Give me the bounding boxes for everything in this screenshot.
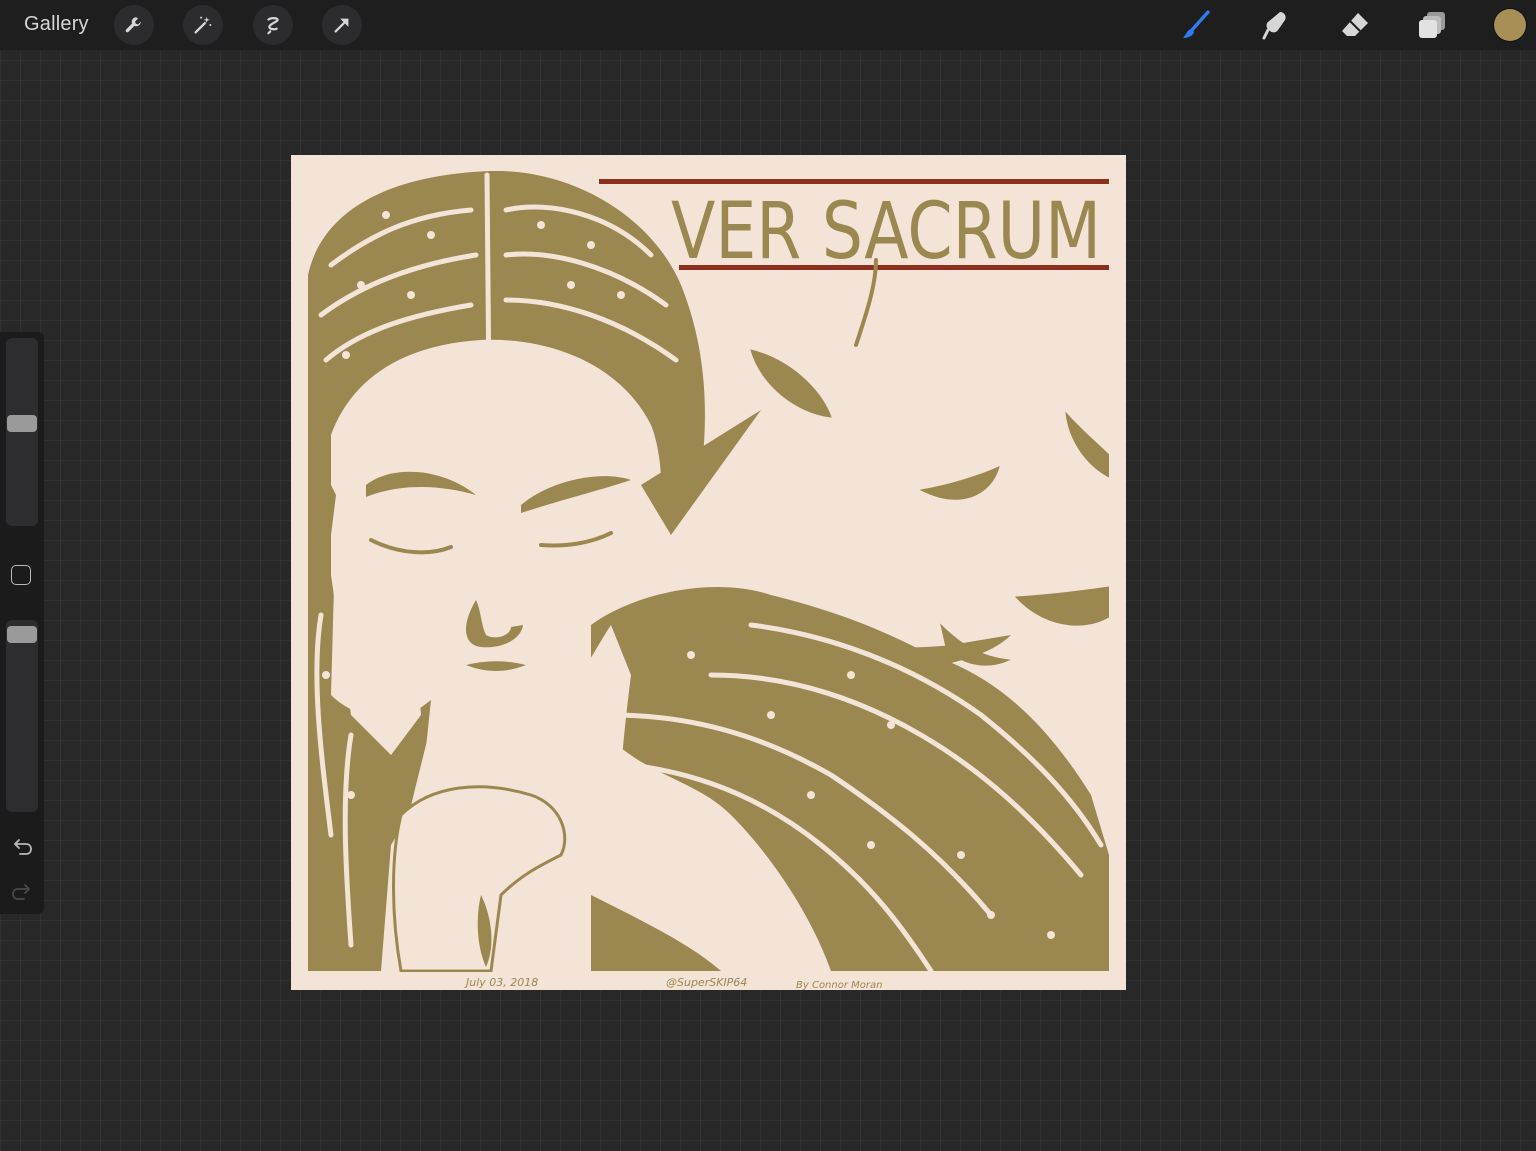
artwork: VER SACRUM July 03, 2018 @SuperSKIP64 By…: [291, 155, 1126, 990]
top-toolbar: Gallery: [0, 0, 1536, 50]
transform-button[interactable]: [322, 5, 362, 45]
eraser-button[interactable]: [1336, 6, 1374, 44]
left-sidebar: [0, 332, 44, 914]
opacity-thumb[interactable]: [7, 626, 37, 644]
adjustments-button[interactable]: [183, 5, 223, 45]
color-picker-swatch[interactable]: [1494, 9, 1526, 41]
brush-size-slider[interactable]: [6, 338, 38, 526]
smudge-button[interactable]: [1256, 6, 1294, 44]
brush-button[interactable]: [1178, 6, 1216, 44]
modify-button[interactable]: [11, 565, 31, 585]
undo-icon: [14, 839, 32, 855]
redo-icon: [12, 884, 30, 900]
artwork-date: July 03, 2018: [464, 976, 538, 989]
brush-size-thumb[interactable]: [7, 415, 37, 433]
brush-icon: [1183, 10, 1210, 38]
artwork-title: VER SACRUM: [671, 187, 1101, 277]
wrench-icon: [125, 17, 141, 33]
smudge-icon: [1262, 12, 1286, 40]
redo-button[interactable]: [8, 878, 36, 906]
title-rule-top: [599, 179, 1113, 184]
selection-icon: [267, 17, 279, 35]
magic-wand-icon: [194, 16, 212, 34]
layers-button[interactable]: [1414, 6, 1452, 44]
opacity-slider[interactable]: [6, 620, 38, 812]
selection-button[interactable]: [253, 5, 293, 45]
arrow-icon: [334, 18, 349, 33]
undo-button[interactable]: [8, 833, 36, 861]
layers-icon: [1419, 12, 1445, 38]
artwork-handle: @SuperSKIP64: [666, 976, 747, 989]
actions-button[interactable]: [114, 5, 154, 45]
artwork-credit: By Connor Moran: [796, 980, 882, 990]
drawing-canvas[interactable]: VER SACRUM July 03, 2018 @SuperSKIP64 By…: [291, 155, 1126, 990]
eraser-icon: [1342, 13, 1368, 36]
gallery-button[interactable]: Gallery: [24, 13, 89, 36]
